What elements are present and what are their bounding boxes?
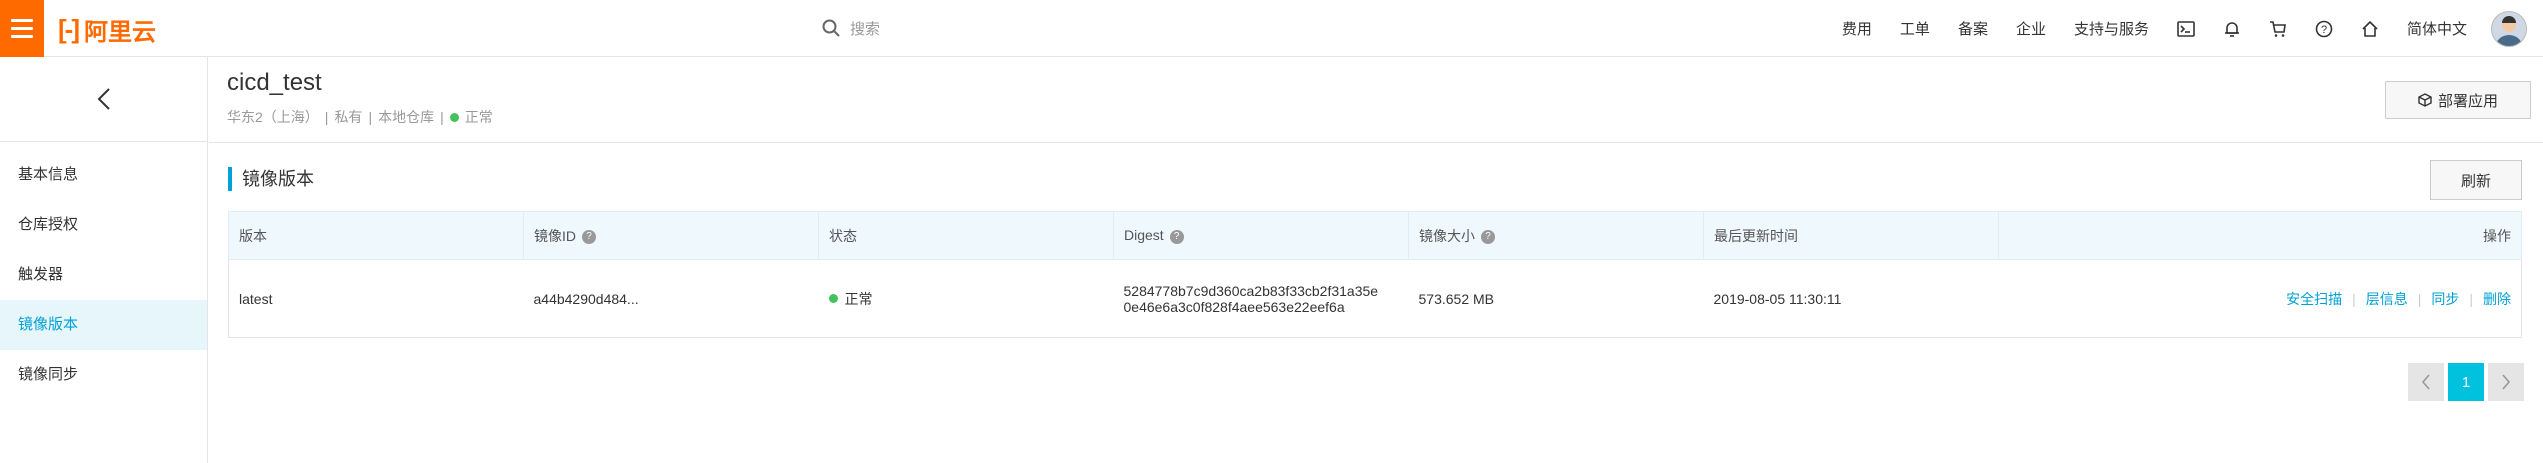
terminal-icon[interactable] xyxy=(2163,0,2209,57)
nav-ticket[interactable]: 工单 xyxy=(1886,18,1944,39)
nav-enterprise[interactable]: 企业 xyxy=(2002,18,2060,39)
column-header-label: 版本 xyxy=(239,227,267,244)
bell-icon[interactable] xyxy=(2209,0,2255,57)
help-icon[interactable]: ? xyxy=(2301,0,2347,57)
chevron-right-icon xyxy=(2502,374,2511,390)
sidebar: 基本信息 仓库授权 触发器 镜像版本 镜像同步 xyxy=(0,57,208,463)
repo-meta: 华东2（上海） | 私有 | 本地仓库 | 正常 xyxy=(227,107,493,127)
hamburger-line xyxy=(11,27,33,30)
repo-status: 正常 xyxy=(464,109,493,125)
svg-text:?: ? xyxy=(2321,24,2327,36)
action-separator: | xyxy=(2469,290,2473,307)
sidebar-item-image-sync[interactable]: 镜像同步 xyxy=(0,350,207,400)
refresh-button[interactable]: 刷新 xyxy=(2430,160,2522,200)
help-icon[interactable]: ? xyxy=(1481,229,1495,244)
help-icon[interactable]: ? xyxy=(582,229,596,244)
status-dot-icon xyxy=(828,294,838,303)
cell-status: 正常 xyxy=(818,259,1114,338)
column-header-label: 镜像大小 xyxy=(1419,227,1475,244)
top-navigation-bar: [-] 阿里云 搜索 费用 工单 备案 企业 支持与服务 ? 简体中文 xyxy=(0,0,2543,57)
column-header-version: 版本 xyxy=(228,211,524,260)
search-placeholder: 搜索 xyxy=(850,20,881,38)
column-header-size: 镜像大小? xyxy=(1408,211,1704,260)
top-right-nav: 费用 工单 备案 企业 支持与服务 ? 简体中文 xyxy=(1828,0,2543,57)
search-box[interactable]: 搜索 xyxy=(822,14,880,42)
meta-separator: | xyxy=(440,109,444,125)
column-header-updated: 最后更新时间 xyxy=(1703,211,1999,260)
sidebar-item-image-versions[interactable]: 镜像版本 xyxy=(0,300,207,350)
aliyun-logo[interactable]: [-] 阿里云 xyxy=(58,13,156,46)
status-text: 正常 xyxy=(844,290,873,307)
image-versions-table: 版本 镜像ID? 状态 Digest? 镜像大小? 最后更新时间 操作 late… xyxy=(228,211,2522,338)
cell-updated: 2019-08-05 11:30:11 xyxy=(1703,259,1999,338)
column-header-status: 状态 xyxy=(818,211,1114,260)
column-header-digest: Digest? xyxy=(1113,211,1409,260)
search-icon xyxy=(822,19,840,37)
cell-image-id: a44b4290d484... xyxy=(523,259,819,338)
layer-info-link[interactable]: 层信息 xyxy=(2366,291,2408,307)
column-header-label: 最后更新时间 xyxy=(1714,227,1798,244)
action-separator: | xyxy=(2417,290,2422,307)
chevron-left-icon xyxy=(2421,374,2430,390)
user-avatar-icon xyxy=(2496,15,2522,46)
back-button[interactable] xyxy=(0,57,207,142)
table-row: latest a44b4290d484... 正常 5284778b7c9d36… xyxy=(228,259,2522,338)
cell-digest: 5284778b7c9d360ca2b83f33cb2f31a35e 0e46e… xyxy=(1113,259,1409,338)
action-separator: | xyxy=(2352,290,2356,307)
user-avatar[interactable] xyxy=(2491,10,2527,47)
hamburger-line xyxy=(11,19,33,22)
sync-link[interactable]: 同步 xyxy=(2431,291,2459,307)
sidebar-item-triggers[interactable]: 触发器 xyxy=(0,250,207,300)
cube-icon xyxy=(2418,93,2432,107)
aliyun-logo-mark-icon: [-] xyxy=(58,13,80,44)
security-scan-link[interactable]: 安全扫描 xyxy=(2286,291,2342,307)
digest-line: 5284778b7c9d360ca2b83f33cb2f31a35e xyxy=(1123,282,1379,299)
deploy-app-button[interactable]: 部署应用 xyxy=(2385,81,2531,119)
digest-line: 0e46e6a3c0f828f4aee563e22eef6a xyxy=(1123,298,1345,315)
deploy-app-label: 部署应用 xyxy=(2437,92,2498,110)
page-title: cicd_test xyxy=(227,69,322,96)
meta-separator: | xyxy=(368,109,373,125)
table-header-row: 版本 镜像ID? 状态 Digest? 镜像大小? 最后更新时间 操作 xyxy=(228,211,2522,260)
aliyun-logo-text: 阿里云 xyxy=(83,18,156,46)
repo-region: 华东2（上海） xyxy=(227,109,319,125)
help-icon[interactable]: ? xyxy=(1169,229,1184,244)
delete-link[interactable]: 删除 xyxy=(2483,291,2511,307)
nav-support[interactable]: 支持与服务 xyxy=(2060,18,2163,39)
next-page-button[interactable] xyxy=(2488,363,2524,401)
section-title: 镜像版本 xyxy=(228,167,314,191)
prev-page-button[interactable] xyxy=(2408,363,2444,401)
cell-size: 573.652 MB xyxy=(1408,259,1704,338)
status-dot-icon xyxy=(449,112,459,122)
page-number-current[interactable]: 1 xyxy=(2448,363,2484,401)
meta-separator: | xyxy=(324,109,329,125)
column-header-label: 操作 xyxy=(2483,227,2511,244)
cart-icon[interactable] xyxy=(2255,0,2301,57)
column-header-label: 状态 xyxy=(829,227,857,244)
language-switch[interactable]: 简体中文 xyxy=(2393,18,2481,39)
nav-icp[interactable]: 备案 xyxy=(1944,18,2002,39)
repo-visibility: 私有 xyxy=(334,109,363,125)
sidebar-nav: 基本信息 仓库授权 触发器 镜像版本 镜像同步 xyxy=(0,142,207,400)
column-header-label: Digest xyxy=(1124,227,1164,244)
nav-billing[interactable]: 费用 xyxy=(1828,18,1886,39)
sidebar-item-repo-auth[interactable]: 仓库授权 xyxy=(0,200,207,250)
repo-source: 本地仓库 xyxy=(378,109,435,125)
hamburger-line xyxy=(11,35,33,38)
chevron-left-icon xyxy=(97,88,110,110)
hamburger-menu-button[interactable] xyxy=(0,0,44,57)
column-header-image-id: 镜像ID? xyxy=(523,211,819,260)
cell-version: latest xyxy=(228,259,524,338)
column-header-label: 镜像ID xyxy=(534,227,576,244)
cell-actions: 安全扫描 | 层信息 | 同步 | 删除 xyxy=(1998,259,2522,338)
pagination: 1 xyxy=(2408,363,2524,401)
sidebar-item-basic-info[interactable]: 基本信息 xyxy=(0,150,207,200)
home-icon[interactable] xyxy=(2347,0,2393,57)
column-header-actions: 操作 xyxy=(1998,211,2522,260)
repo-header: cicd_test 华东2（上海） | 私有 | 本地仓库 | 正常 部署应用 xyxy=(209,57,2543,143)
